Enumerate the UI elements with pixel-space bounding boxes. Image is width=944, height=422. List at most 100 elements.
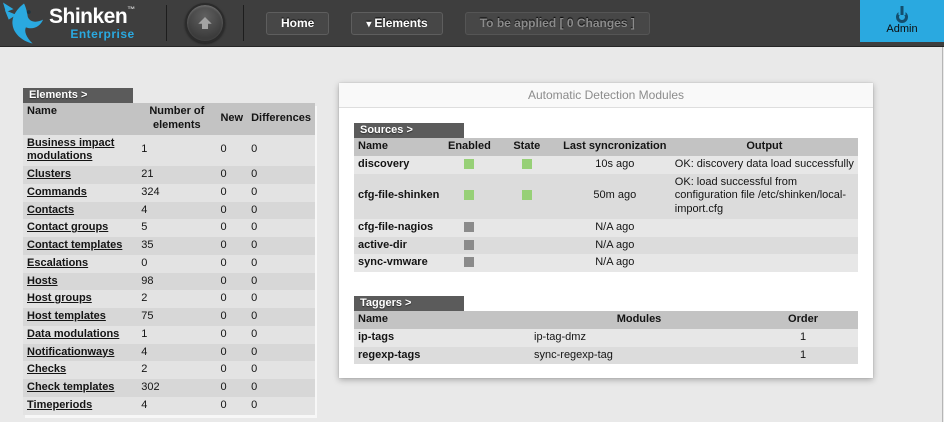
source-name-cell: cfg-file-nagios (354, 219, 444, 237)
automatic-detection-card: Automatic Detection Modules Sources > Na… (339, 83, 873, 378)
element-row: Host groups200 (23, 290, 315, 308)
element-diff-cell: 0 (247, 202, 315, 220)
element-link[interactable]: Contacts (27, 204, 74, 216)
home-button[interactable]: Home (266, 12, 329, 35)
element-name-cell: Data modulations (23, 326, 137, 344)
element-new-cell: 0 (216, 184, 247, 202)
taggers-header-row: Name Modules Order (354, 311, 858, 329)
source-name-cell: cfg-file-shinken (354, 174, 444, 219)
element-new-cell: 0 (216, 290, 247, 308)
element-new-cell: 0 (216, 255, 247, 273)
column-header-number-of-elements: Number of elements (137, 103, 216, 135)
element-link[interactable]: Notificationways (27, 346, 114, 358)
source-state-cell (495, 219, 559, 237)
source-enabled-cell (444, 174, 495, 219)
element-link[interactable]: Data modulations (27, 328, 119, 340)
element-row: Contacts400 (23, 202, 315, 220)
element-link[interactable]: Check templates (27, 381, 114, 393)
source-state-cell (495, 156, 559, 174)
source-output-cell: OK: load successful from configuration f… (671, 174, 858, 219)
element-link[interactable]: Hosts (27, 275, 58, 287)
element-link[interactable]: Commands (27, 186, 87, 198)
source-last-sync-cell: N/A ago (559, 219, 671, 237)
element-new-cell: 0 (216, 344, 247, 362)
elements-panel: Elements > Name Number of elements New D… (23, 85, 315, 415)
source-last-sync-cell: 10s ago (559, 156, 671, 174)
tagger-order-cell: 1 (748, 329, 858, 347)
element-name-cell: Notificationways (23, 344, 137, 362)
element-name-cell: Contact groups (23, 219, 137, 237)
element-row: Checks200 (23, 361, 315, 379)
source-enabled-cell (444, 254, 495, 272)
element-row: Data modulations100 (23, 326, 315, 344)
top-bar: Shinken™ Enterprise Home ▾Elements To be… (0, 0, 944, 47)
element-link[interactable]: Contact templates (27, 239, 122, 251)
elements-menu-button[interactable]: ▾Elements (351, 12, 442, 35)
element-count-cell: 324 (137, 184, 216, 202)
source-state-cell (495, 174, 559, 219)
element-name-cell: Contacts (23, 202, 137, 220)
element-name-cell: Business impact modulations (23, 135, 137, 167)
element-diff-cell: 0 (247, 361, 315, 379)
element-link[interactable]: Timeperiods (27, 399, 92, 411)
tagger-row: ip-tagsip-tag-dmz1 (354, 329, 858, 347)
card-body: Sources > Name Enabled State Last syncro… (339, 108, 873, 378)
element-row: Escalations000 (23, 255, 315, 273)
element-name-cell: Contact templates (23, 237, 137, 255)
source-name-cell: sync-vmware (354, 254, 444, 272)
element-row: Host templates7500 (23, 308, 315, 326)
source-state-cell (495, 237, 559, 255)
source-last-sync-cell: N/A ago (559, 237, 671, 255)
status-off-icon (464, 240, 474, 250)
element-count-cell: 5 (137, 219, 216, 237)
element-new-cell: 0 (216, 361, 247, 379)
tagger-modules-cell: ip-tag-dmz (530, 329, 748, 347)
element-diff-cell: 0 (247, 255, 315, 273)
element-link[interactable]: Checks (27, 363, 66, 375)
element-new-cell: 0 (216, 326, 247, 344)
element-diff-cell: 0 (247, 135, 315, 167)
element-link[interactable]: Clusters (27, 168, 71, 180)
column-header-name: Name (354, 138, 444, 156)
element-diff-cell: 0 (247, 237, 315, 255)
elements-header-row: Name Number of elements New Differences (23, 103, 315, 135)
source-row: sync-vmware N/A ago (354, 254, 858, 272)
to-be-applied-button: To be applied [ 0 Changes ] (465, 12, 650, 35)
source-last-sync-cell: 50m ago (559, 174, 671, 219)
element-name-cell: Timeperiods (23, 397, 137, 415)
tagger-name-cell: regexp-tags (354, 347, 530, 365)
element-count-cell: 1 (137, 135, 216, 167)
element-name-cell: Commands (23, 184, 137, 202)
element-new-cell: 0 (216, 397, 247, 415)
source-output-cell (671, 219, 858, 237)
element-diff-cell: 0 (247, 397, 315, 415)
element-count-cell: 302 (137, 379, 216, 397)
source-name-cell: active-dir (354, 237, 444, 255)
source-last-sync-cell: N/A ago (559, 254, 671, 272)
element-link[interactable]: Host templates (27, 310, 106, 322)
element-name-cell: Escalations (23, 255, 137, 273)
scroll-top-button[interactable] (185, 3, 225, 43)
source-row: active-dir N/A ago (354, 237, 858, 255)
admin-button[interactable]: Admin (860, 0, 944, 42)
sources-tab[interactable]: Sources > (354, 123, 464, 138)
tagger-name-cell: ip-tags (354, 329, 530, 347)
element-new-cell: 0 (216, 166, 247, 184)
element-diff-cell: 0 (247, 290, 315, 308)
taggers-tab[interactable]: Taggers > (354, 296, 464, 311)
element-row: Timeperiods400 (23, 397, 315, 415)
element-new-cell: 0 (216, 202, 247, 220)
shinken-logo[interactable]: Shinken™ Enterprise (0, 1, 166, 46)
element-link[interactable]: Escalations (27, 257, 88, 269)
element-count-cell: 75 (137, 308, 216, 326)
element-row: Check templates30200 (23, 379, 315, 397)
element-link[interactable]: Business impact modulations (27, 137, 114, 163)
element-diff-cell: 0 (247, 379, 315, 397)
source-row: cfg-file-nagios N/A ago (354, 219, 858, 237)
admin-label: Admin (886, 24, 917, 35)
element-link[interactable]: Host groups (27, 292, 92, 304)
element-link[interactable]: Contact groups (27, 221, 108, 233)
page-right-edge (942, 47, 943, 422)
shinken-fish-icon (3, 1, 45, 46)
elements-tab[interactable]: Elements > (23, 88, 133, 103)
